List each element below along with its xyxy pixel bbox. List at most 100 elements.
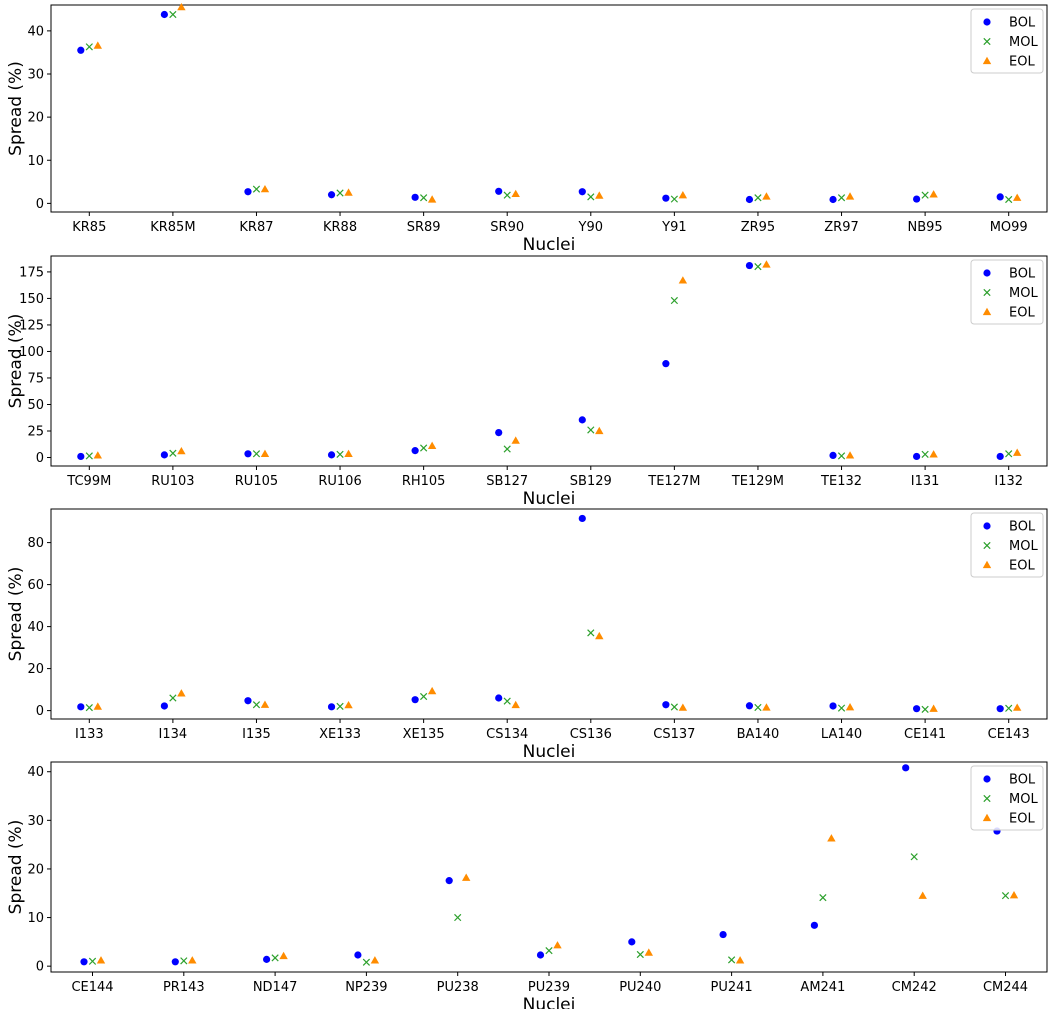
legend: BOL MOL EOL xyxy=(970,8,1044,74)
data-point-bol xyxy=(996,705,1004,713)
series-bol xyxy=(77,261,1004,461)
data-point-mol xyxy=(545,946,553,955)
y-tick-label: 0 xyxy=(36,451,44,466)
data-point-eol xyxy=(427,686,437,695)
data-point-eol xyxy=(344,188,353,196)
data-point-eol xyxy=(553,941,562,949)
data-point-eol xyxy=(344,449,353,457)
x-tick-label: RU105 xyxy=(235,474,278,489)
series-eol xyxy=(96,834,1019,964)
data-point-mol xyxy=(587,193,595,201)
data-point-bol xyxy=(745,195,754,204)
y-axis-label: Spread (%) xyxy=(6,820,26,915)
data-point-mol xyxy=(921,705,929,713)
legend-marker-bol xyxy=(983,269,991,277)
y-tick-label: 0 xyxy=(36,960,44,975)
data-point-eol xyxy=(762,192,771,200)
x-tick-label: TC99M xyxy=(66,474,111,489)
data-point-mol xyxy=(252,450,261,458)
x-tick-label: CE141 xyxy=(904,727,946,742)
data-point-mol xyxy=(252,185,261,193)
data-point-eol xyxy=(595,631,604,640)
data-point-eol xyxy=(595,191,604,199)
data-point-mol xyxy=(727,956,736,964)
x-axis-label: Nuclei xyxy=(523,995,576,1009)
y-tick-label: 10 xyxy=(27,154,44,169)
x-tick-label: ZR97 xyxy=(824,220,858,235)
data-point-eol xyxy=(929,450,938,458)
x-tick-label: I135 xyxy=(242,727,271,742)
data-point-mol xyxy=(1001,892,1010,900)
data-point-bol xyxy=(77,452,85,461)
data-point-eol xyxy=(177,2,186,11)
x-tick-label: Y91 xyxy=(661,220,686,235)
data-point-mol xyxy=(1005,195,1013,204)
data-point-mol xyxy=(670,296,678,305)
data-point-mol xyxy=(454,913,462,922)
data-point-bol xyxy=(160,451,168,459)
data-point-mol xyxy=(336,189,344,197)
x-tick-label: NP239 xyxy=(345,980,387,995)
data-point-mol xyxy=(85,452,93,460)
y-tick-label: 40 xyxy=(27,765,44,780)
plot-frame xyxy=(50,508,1048,720)
x-tick-label: MO99 xyxy=(990,220,1028,235)
legend-label-mol: MOL xyxy=(1009,286,1038,301)
data-point-bol xyxy=(745,702,754,710)
data-point-eol xyxy=(678,276,688,284)
y-tick-label: 40 xyxy=(27,24,44,39)
legend-marker-bol xyxy=(983,775,991,783)
data-point-bol xyxy=(913,195,921,203)
data-point-eol xyxy=(93,451,103,459)
plot-frame xyxy=(50,761,1048,973)
y-tick-label: 0 xyxy=(36,197,44,212)
data-point-eol xyxy=(845,192,855,200)
x-tick-label: XE135 xyxy=(403,727,445,742)
y-tick-label: 25 xyxy=(27,425,44,440)
data-point-bol xyxy=(719,930,727,939)
data-point-mol xyxy=(587,426,595,434)
series-mol xyxy=(85,10,1013,204)
data-point-mol xyxy=(252,701,261,709)
data-point-bol xyxy=(628,938,636,946)
y-tick-label: 150 xyxy=(19,292,44,307)
x-tick-label: I133 xyxy=(75,727,104,742)
data-point-bol xyxy=(327,703,336,711)
data-point-bol xyxy=(263,955,271,963)
data-point-mol xyxy=(910,853,918,861)
legend-label-eol: EOL xyxy=(1009,559,1035,574)
data-point-bol xyxy=(996,193,1004,201)
y-tick-label: 30 xyxy=(27,68,44,83)
chart-panel-4: 0 10 20 30 40 CE144 PR143 ND147 NP239 PU238 PU239 P… xyxy=(6,761,1048,1009)
y-tick-label: 75 xyxy=(27,371,44,386)
data-point-bol xyxy=(578,416,586,424)
x-tick-label: CE144 xyxy=(71,980,113,995)
data-point-bol xyxy=(996,452,1004,461)
legend-label-mol: MOL xyxy=(1009,539,1038,554)
data-point-mol xyxy=(819,894,827,902)
data-point-eol xyxy=(595,426,604,435)
data-point-eol xyxy=(827,834,836,842)
x-tick-label: KR85M xyxy=(150,220,195,235)
data-point-bol xyxy=(829,451,837,459)
data-point-mol xyxy=(336,702,344,711)
data-point-mol xyxy=(754,262,762,271)
figure: 0 10 20 30 40 KR85 KR85M KR87 KR88 SR89 SR90 Y90 Y91… xyxy=(6,2,1048,1009)
y-tick-label: 20 xyxy=(27,862,44,877)
data-point-eol xyxy=(644,948,653,956)
data-point-bol xyxy=(354,951,362,959)
data-point-eol xyxy=(845,451,855,459)
chart-panel-3: 0 20 40 60 80 I133 I134 I135 XE133 XE135 CS134 CS13… xyxy=(6,508,1048,762)
data-point-mol xyxy=(1005,450,1013,458)
x-tick-label: PU241 xyxy=(711,980,753,995)
x-tick-label: RH105 xyxy=(402,474,446,489)
data-point-bol xyxy=(327,451,336,459)
x-tick-label: TE129M xyxy=(731,474,784,489)
x-axis-label: Nuclei xyxy=(523,235,576,255)
data-point-bol xyxy=(745,261,754,270)
x-tick-label: KR87 xyxy=(239,220,273,235)
data-point-bol xyxy=(244,697,252,705)
y-tick-label: 40 xyxy=(27,620,44,635)
data-point-bol xyxy=(77,703,85,711)
data-point-bol xyxy=(662,701,670,709)
